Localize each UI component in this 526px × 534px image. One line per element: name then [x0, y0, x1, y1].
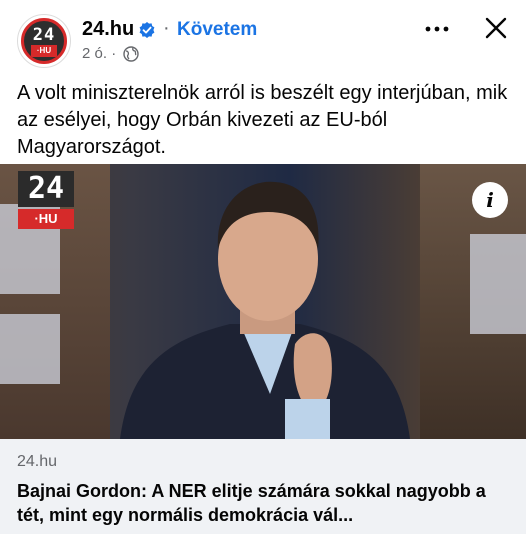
post-timestamp[interactable]: 2 ó. · [82, 45, 116, 62]
follow-button[interactable]: Követem [177, 19, 257, 41]
more-options-icon[interactable] [424, 19, 450, 39]
globe-icon [123, 46, 139, 62]
avatar-logo: 24 ·HU [21, 18, 67, 64]
background-window [470, 234, 526, 334]
post-header: 24 ·HU 24.hu · Követem 2 ó. · [0, 0, 526, 68]
brand-logo-number: 24 [18, 171, 74, 207]
link-title[interactable]: Bajnai Gordon: A NER elitje számára sokk… [17, 479, 512, 527]
link-preview-image[interactable]: 24 ·HU i [0, 164, 526, 439]
info-icon[interactable]: i [472, 182, 508, 218]
background-window [0, 314, 60, 384]
close-icon[interactable] [484, 16, 508, 40]
avatar-logo-number: 24 [32, 25, 56, 45]
page-name-link[interactable]: 24.hu [82, 18, 134, 41]
avatar-logo-suffix: ·HU [31, 45, 57, 57]
brand-logo: 24 ·HU [18, 171, 74, 229]
brand-logo-suffix: ·HU [18, 209, 74, 229]
portrait-photo [120, 181, 410, 439]
link-domain: 24.hu [17, 453, 58, 470]
timestamp-separator: · [111, 45, 117, 62]
header-separator: · [163, 17, 170, 39]
link-card[interactable]: 24.hu Bajnai Gordon: A NER elitje számár… [0, 439, 526, 534]
post-text: A volt miniszterelnök arról is beszélt e… [17, 82, 508, 158]
verified-badge-icon [139, 22, 155, 38]
page-avatar[interactable]: 24 ·HU [17, 14, 71, 68]
timestamp-text: 2 ó. [82, 45, 108, 62]
